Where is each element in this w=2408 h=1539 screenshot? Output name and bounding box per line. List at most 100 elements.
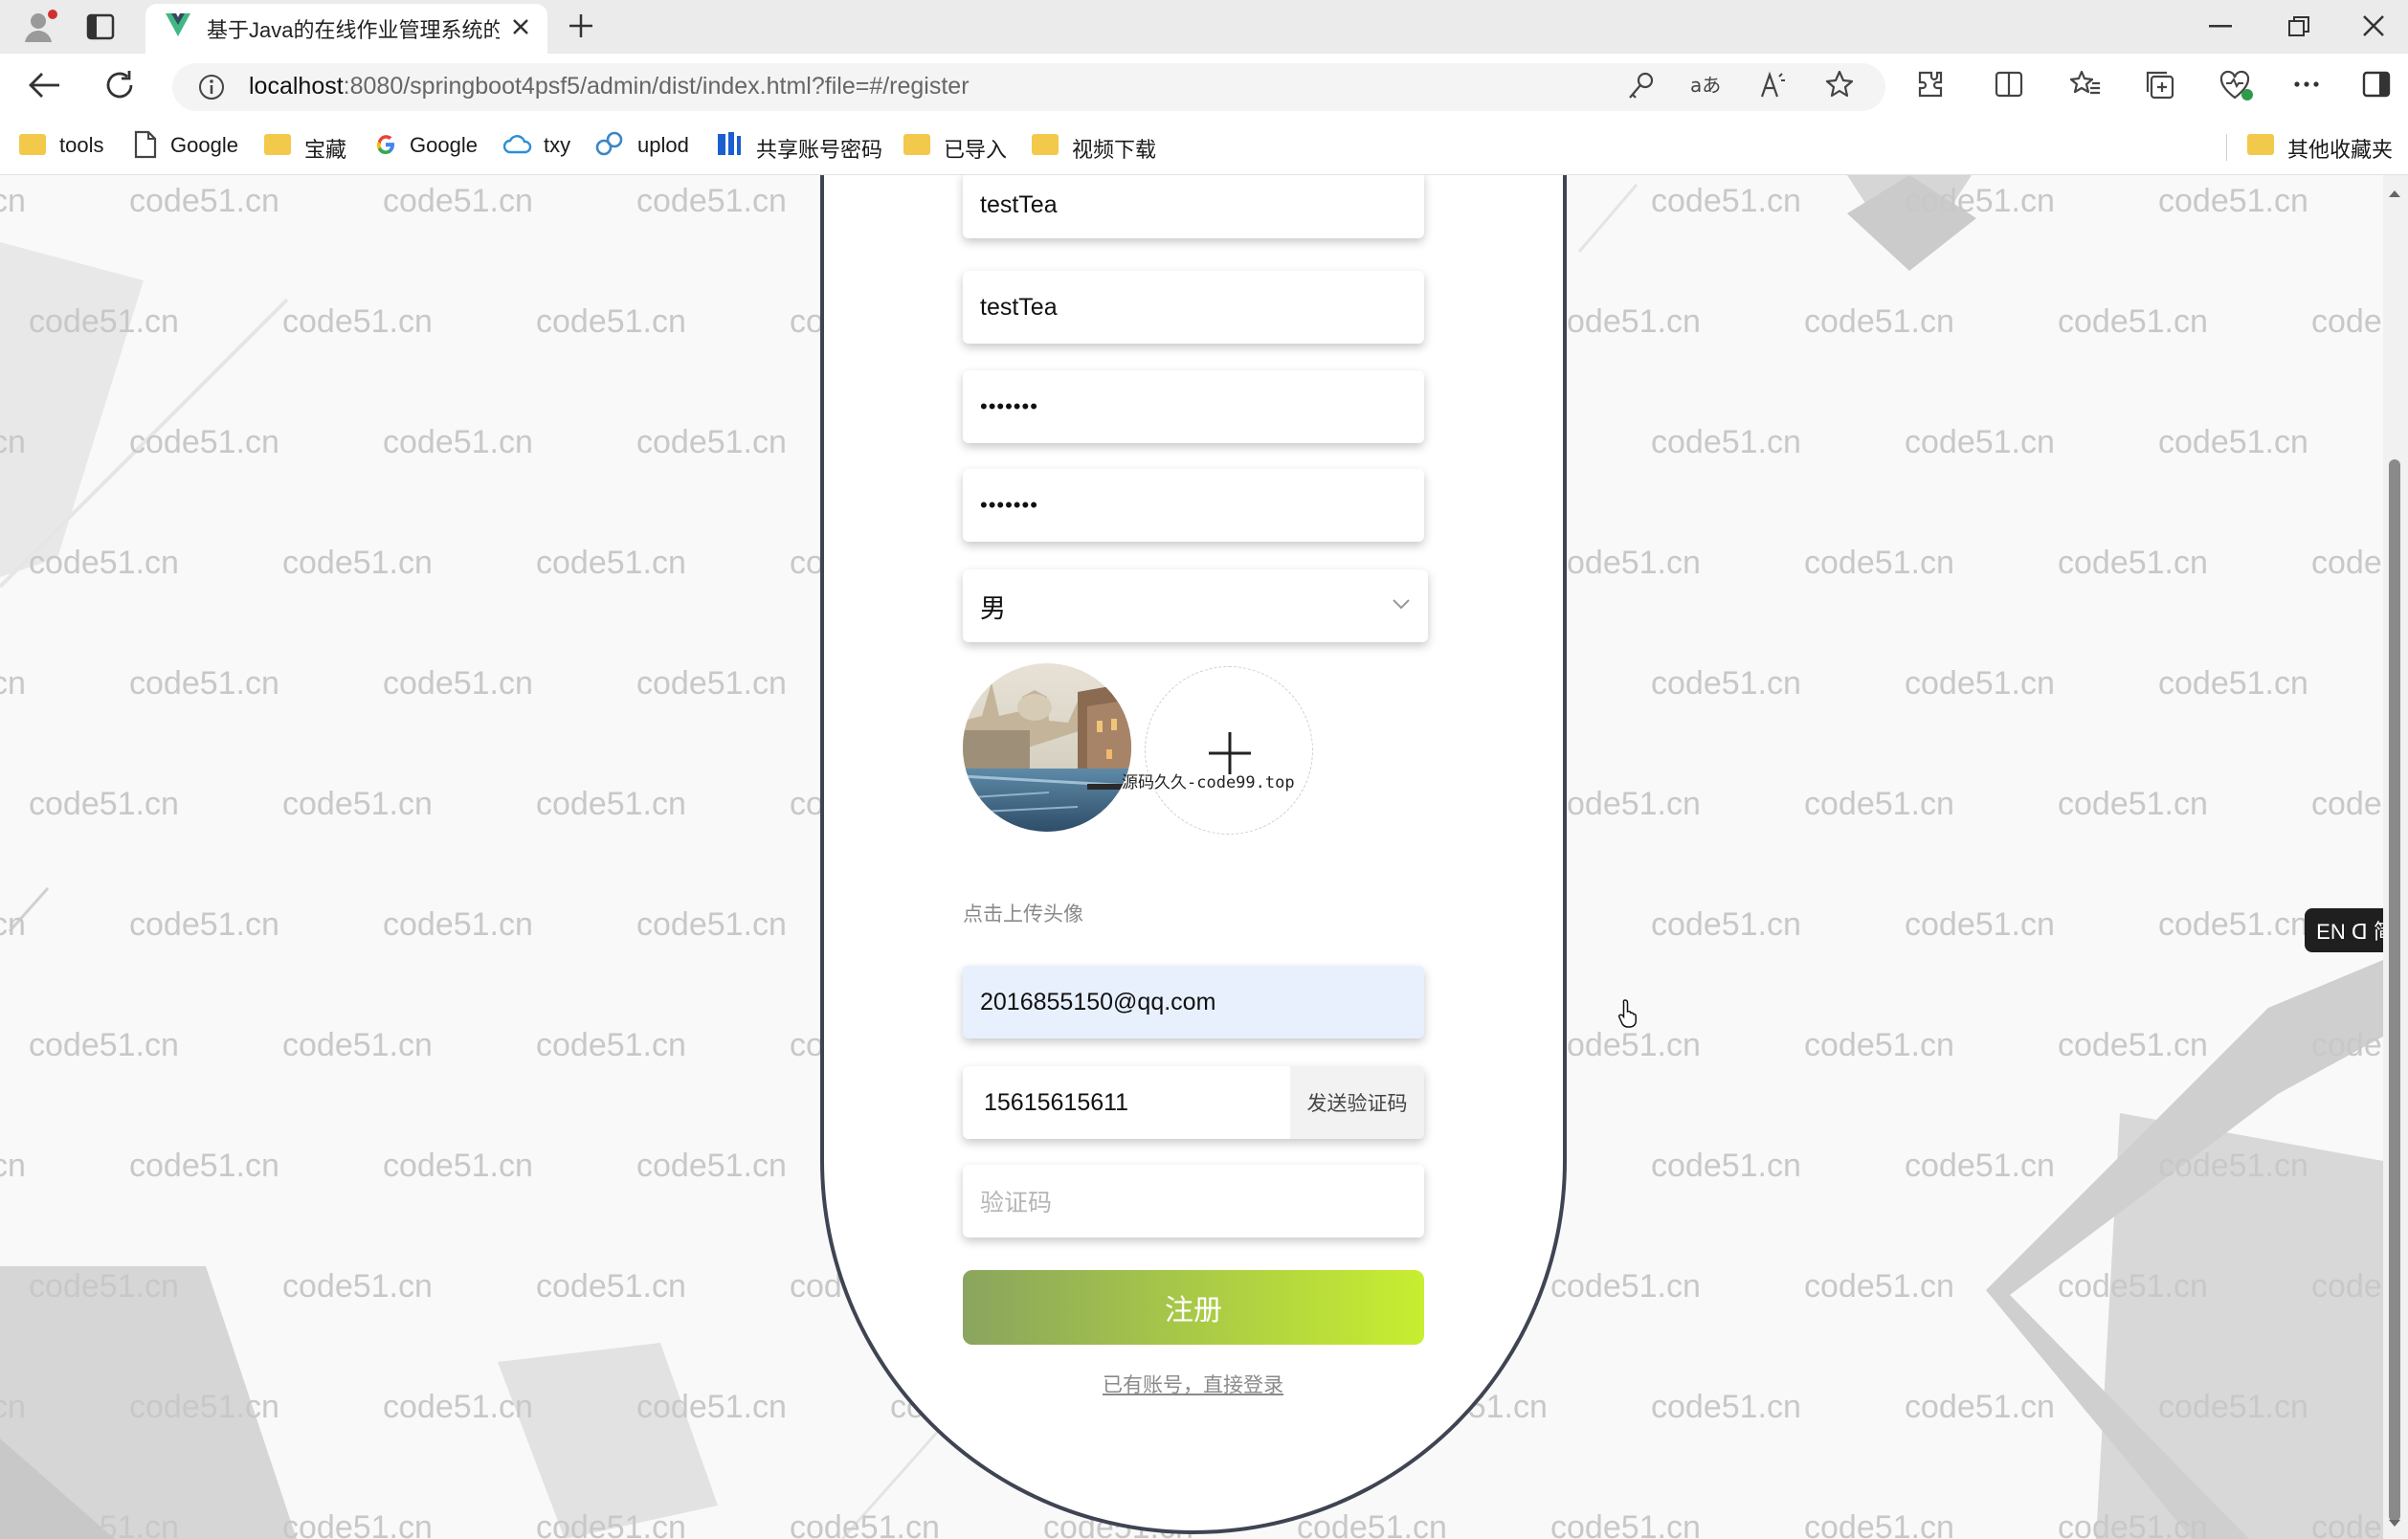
ime-indicator[interactable]: EN ᗡ 简 bbox=[2305, 908, 2383, 952]
close-window-icon[interactable] bbox=[2362, 14, 2385, 37]
watermark-text: code51.cn bbox=[1905, 183, 2055, 219]
bookmark-google[interactable]: Google bbox=[410, 133, 478, 158]
watermark-text: code51.cn bbox=[536, 1027, 686, 1063]
scrollbar-thumb[interactable] bbox=[2389, 459, 2400, 1522]
name-input[interactable]: testTea bbox=[963, 271, 1424, 344]
back-icon[interactable] bbox=[29, 71, 61, 100]
confirm-password-value: ••••••• bbox=[980, 493, 1038, 517]
watermark-text: code51.cn bbox=[129, 1148, 279, 1184]
bookmarks-bar bbox=[0, 126, 2408, 175]
url-text[interactable]: localhost:8080/springboot4psf5/admin/dis… bbox=[249, 73, 970, 100]
browser-essentials-icon[interactable] bbox=[2218, 69, 2253, 101]
watermark-text: code51.cn bbox=[636, 1389, 787, 1425]
watermark-text: code51.cn bbox=[2158, 1148, 2308, 1184]
watermark-text: code51.cn bbox=[0, 1389, 26, 1425]
watermark-text: code51.cn bbox=[790, 1509, 940, 1539]
login-link[interactable]: 已有账号，直接登录 bbox=[1103, 1370, 1283, 1398]
split-screen-icon[interactable] bbox=[1995, 70, 2023, 99]
watermark-text: code51.cn bbox=[2158, 665, 2308, 702]
bookmark-imported[interactable]: 已导入 bbox=[944, 133, 1007, 164]
tab-actions-icon[interactable] bbox=[86, 13, 115, 40]
gender-select[interactable]: 男 bbox=[963, 569, 1428, 642]
watermark-text: code51.cn bbox=[282, 1509, 433, 1539]
google-icon bbox=[373, 132, 398, 157]
key-icon[interactable] bbox=[1627, 71, 1656, 101]
watermark-text: code51.cn bbox=[282, 303, 433, 340]
folder-icon bbox=[1032, 134, 1059, 155]
new-tab-icon[interactable] bbox=[567, 11, 595, 40]
watermark-text: code51.cn bbox=[536, 786, 686, 822]
watermark-text: code51.cn bbox=[29, 303, 179, 340]
confirm-password-input[interactable]: ••••••• bbox=[963, 469, 1424, 542]
phone-value: 15615615611 bbox=[984, 1088, 1129, 1116]
reload-icon[interactable] bbox=[103, 69, 136, 101]
favorite-star-icon[interactable] bbox=[1824, 69, 1855, 100]
bookmark-uplod[interactable]: uplod bbox=[637, 133, 689, 158]
chevron-down-icon bbox=[1392, 598, 1411, 610]
watermark-text: code51.cn bbox=[1651, 424, 1801, 460]
watermark-text: code51.cn bbox=[536, 545, 686, 581]
more-menu-icon[interactable] bbox=[2293, 80, 2320, 88]
watermark-text: code51.cn bbox=[2311, 1268, 2383, 1305]
watermark-text: code51.cn bbox=[536, 1509, 686, 1539]
bookmark-txy[interactable]: txy bbox=[544, 133, 570, 158]
minimize-icon[interactable] bbox=[2209, 25, 2232, 29]
bookmark-video-download[interactable]: 视频下载 bbox=[1072, 133, 1156, 164]
watermark-text: code51.cn bbox=[383, 665, 533, 702]
watermark-text: code51.cn bbox=[536, 1268, 686, 1305]
url-path: :8080/springboot4psf5/admin/dist/index.h… bbox=[343, 73, 970, 100]
watermark-text: code51.cn bbox=[2058, 786, 2208, 822]
password-input[interactable]: ••••••• bbox=[963, 370, 1424, 443]
watermark-text: code51.cn bbox=[282, 786, 433, 822]
register-button[interactable]: 注册 bbox=[963, 1270, 1424, 1345]
watermark-text: code51.cn bbox=[2058, 545, 2208, 581]
hand-cursor-icon bbox=[1617, 998, 1642, 1029]
watermark-text: code51.cn bbox=[1905, 665, 2055, 702]
translate-icon[interactable]: aあ bbox=[1690, 71, 1723, 101]
avatar-upload-area[interactable] bbox=[1145, 666, 1313, 835]
sidebar-toggle-icon[interactable] bbox=[2362, 71, 2391, 98]
email-input[interactable]: 2016855150@qq.com bbox=[963, 966, 1424, 1038]
bookmark-tools[interactable]: tools bbox=[59, 133, 103, 158]
watermark-text: code51.cn bbox=[129, 424, 279, 460]
account-input[interactable]: testTea bbox=[963, 175, 1424, 238]
cloud-icon bbox=[503, 132, 532, 155]
avatar-preview[interactable] bbox=[963, 663, 1131, 832]
bookmark-treasure[interactable]: 宝藏 bbox=[304, 133, 346, 164]
bookmark-other-favorites[interactable]: 其他收藏夹 bbox=[2287, 133, 2393, 164]
collections-icon[interactable] bbox=[2144, 69, 2176, 101]
watermark-text: code51.cn bbox=[1804, 1509, 1954, 1539]
watermark-text: code51.cn bbox=[1297, 1509, 1447, 1539]
watermark-text: code51.cn bbox=[29, 545, 179, 581]
restore-icon[interactable] bbox=[2287, 15, 2310, 38]
favorites-icon[interactable] bbox=[2069, 69, 2102, 100]
upload-hint: 点击上传头像 bbox=[963, 903, 1083, 926]
watermark-text: code51.cn bbox=[1905, 1389, 2055, 1425]
extensions-icon[interactable] bbox=[1914, 69, 1945, 100]
watermark-text: code51.cn bbox=[1550, 1027, 1701, 1063]
site-info-icon[interactable] bbox=[197, 73, 226, 101]
send-code-button[interactable]: 发送验证码 bbox=[1290, 1066, 1424, 1139]
scroll-up-icon[interactable] bbox=[2387, 188, 2402, 199]
profile-icon[interactable] bbox=[21, 8, 59, 46]
bookmark-google-page[interactable]: Google bbox=[170, 133, 238, 158]
read-aloud-icon[interactable] bbox=[1759, 71, 1788, 100]
phone-input[interactable]: 15615615611 发送验证码 bbox=[963, 1066, 1424, 1139]
watermark-text: code51.cn bbox=[0, 424, 26, 460]
bookmark-shared-accounts[interactable]: 共享账号密码 bbox=[756, 133, 882, 164]
verification-code-input[interactable]: 验证码 bbox=[963, 1165, 1424, 1238]
scroll-down-icon[interactable] bbox=[2387, 1518, 2402, 1529]
watermark-text: code51.cn bbox=[29, 1509, 179, 1539]
watermark-text: code51.cn bbox=[29, 786, 179, 822]
upload-bookmark-icon bbox=[595, 130, 624, 157]
vue-favicon-icon bbox=[165, 12, 191, 37]
watermark-text: code51.cn bbox=[282, 545, 433, 581]
shared-accounts-icon bbox=[716, 130, 743, 157]
folder-icon bbox=[903, 134, 930, 155]
url-host: localhost bbox=[249, 73, 344, 100]
watermark-text: code51.cn bbox=[1804, 303, 1954, 340]
watermark-text: code51.cn bbox=[636, 183, 787, 219]
watermark-text: code51.cn bbox=[1651, 906, 1801, 943]
watermark-text: code51.cn bbox=[29, 1027, 179, 1063]
close-tab-icon[interactable] bbox=[510, 16, 531, 37]
